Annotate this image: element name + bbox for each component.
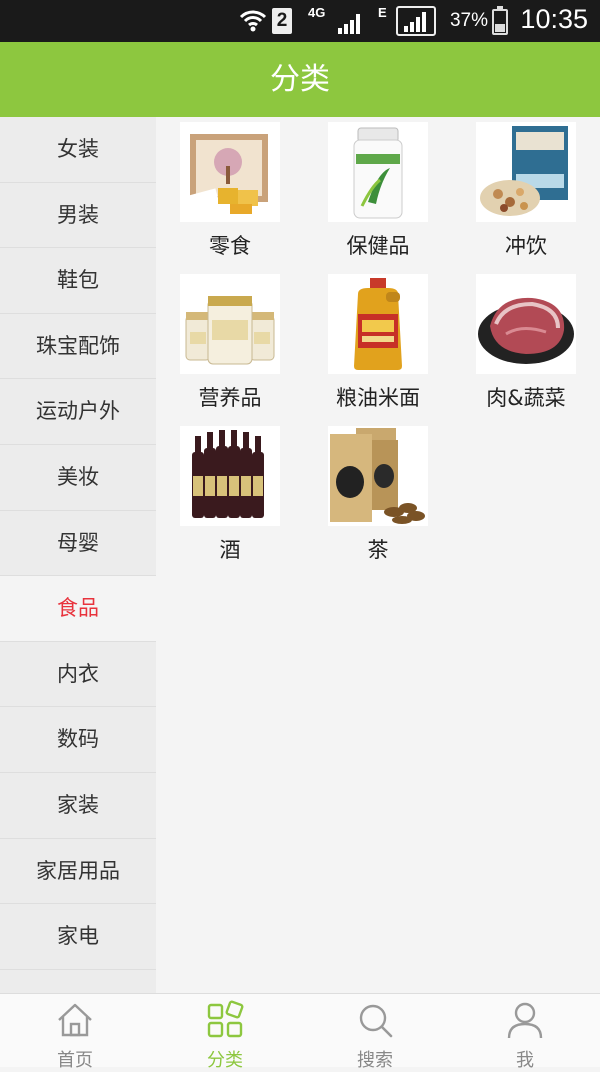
- bottom-tab-bar: 首页 分类 搜索 我: [0, 993, 600, 1071]
- raw-meat-image: [476, 274, 576, 374]
- tab-label: 搜索: [357, 1050, 393, 1071]
- battery-icon: [492, 6, 508, 35]
- subcategory-label: 茶: [367, 538, 389, 562]
- sidebar-item-sports-outdoor[interactable]: 运动户外: [0, 379, 156, 445]
- clock: 10:35: [520, 4, 588, 34]
- subcategory-tea[interactable]: 茶: [304, 426, 452, 576]
- sidebar-item-home-decor[interactable]: 家装: [0, 772, 156, 839]
- status-bar: 2 4G E 37% 10:35: [0, 0, 600, 42]
- subcategory-drinks[interactable]: 冲饮: [452, 122, 600, 272]
- category-sidebar: 女装 男装 鞋包 珠宝配饰 运动户外 美妆 母婴 食品 内衣 数码 家装 家居用…: [0, 117, 156, 993]
- subcategory-panel: 零食 保健品 冲饮 营养品 粮油米面 肉&蔬菜 酒 茶: [156, 117, 600, 993]
- category-grid-icon: [207, 1000, 244, 1038]
- subcategory-label: 酒: [219, 538, 241, 562]
- subcategory-nutrition[interactable]: 营养品: [156, 274, 304, 424]
- page-title: 分类: [0, 42, 600, 117]
- sidebar-item-beauty[interactable]: 美妆: [0, 444, 156, 511]
- network-type-label-2: E: [378, 5, 387, 20]
- sidebar-item-mens-wear[interactable]: 男装: [0, 182, 156, 249]
- user-icon: [507, 1002, 543, 1039]
- subcategory-meat-vegetables[interactable]: 肉&蔬菜: [452, 274, 600, 424]
- granola-bag-image: [476, 122, 576, 222]
- sidebar-item-household[interactable]: 家居用品: [0, 838, 156, 905]
- subcategory-label: 保健品: [346, 234, 410, 258]
- tea-bags-image: [328, 426, 428, 526]
- subcategory-label: 零食: [209, 234, 251, 258]
- signal-strength-icon-2: [396, 6, 436, 36]
- tab-search[interactable]: 搜索: [300, 994, 450, 1071]
- signal-strength-icon: [338, 14, 360, 34]
- subcategory-wine[interactable]: 酒: [156, 426, 304, 576]
- sidebar-item-appliances[interactable]: 家电: [0, 904, 156, 970]
- subcategory-grain-oil[interactable]: 粮油米面: [304, 274, 452, 424]
- sidebar-item-shoes-bags[interactable]: 鞋包: [0, 248, 156, 314]
- bird-nest-jars-image: [180, 274, 280, 374]
- search-icon: [359, 1004, 393, 1038]
- supplement-jar-image: [328, 122, 428, 222]
- home-icon: [58, 1003, 92, 1037]
- subcategory-label: 粮油米面: [336, 386, 420, 410]
- network-type-label: 4G: [308, 5, 326, 20]
- subcategory-snacks[interactable]: 零食: [156, 122, 304, 272]
- sidebar-item-underwear[interactable]: 内衣: [0, 641, 156, 708]
- tab-me[interactable]: 我: [450, 994, 600, 1071]
- subcategory-label: 冲饮: [505, 234, 547, 258]
- battery-percent: 37%: [449, 10, 488, 31]
- sidebar-item-digital[interactable]: 数码: [0, 707, 156, 773]
- tab-category[interactable]: 分类: [150, 994, 300, 1071]
- subcategory-label: 营养品: [198, 386, 262, 410]
- sim-slot-indicator: 2: [272, 8, 292, 34]
- subcategory-grid: 零食 保健品 冲饮 营养品 粮油米面 肉&蔬菜 酒 茶: [156, 122, 600, 576]
- tab-home[interactable]: 首页: [0, 994, 150, 1071]
- sidebar-item-food[interactable]: 食品: [0, 576, 156, 642]
- wine-bottles-image: [180, 426, 280, 526]
- sidebar-item-womens-wear[interactable]: 女装: [0, 117, 156, 183]
- sidebar-item-jewelry[interactable]: 珠宝配饰: [0, 313, 156, 380]
- subcategory-supplements[interactable]: 保健品: [304, 122, 452, 272]
- sidebar-item-mother-baby[interactable]: 母婴: [0, 510, 156, 577]
- wifi-icon: [239, 10, 267, 32]
- snack-box-image: [180, 122, 280, 222]
- cooking-oil-bottle-image: [328, 274, 428, 374]
- tab-label: 我: [516, 1050, 534, 1071]
- tab-label: 首页: [57, 1050, 93, 1071]
- tab-label: 分类: [207, 1050, 243, 1071]
- subcategory-label: 肉&蔬菜: [486, 386, 566, 410]
